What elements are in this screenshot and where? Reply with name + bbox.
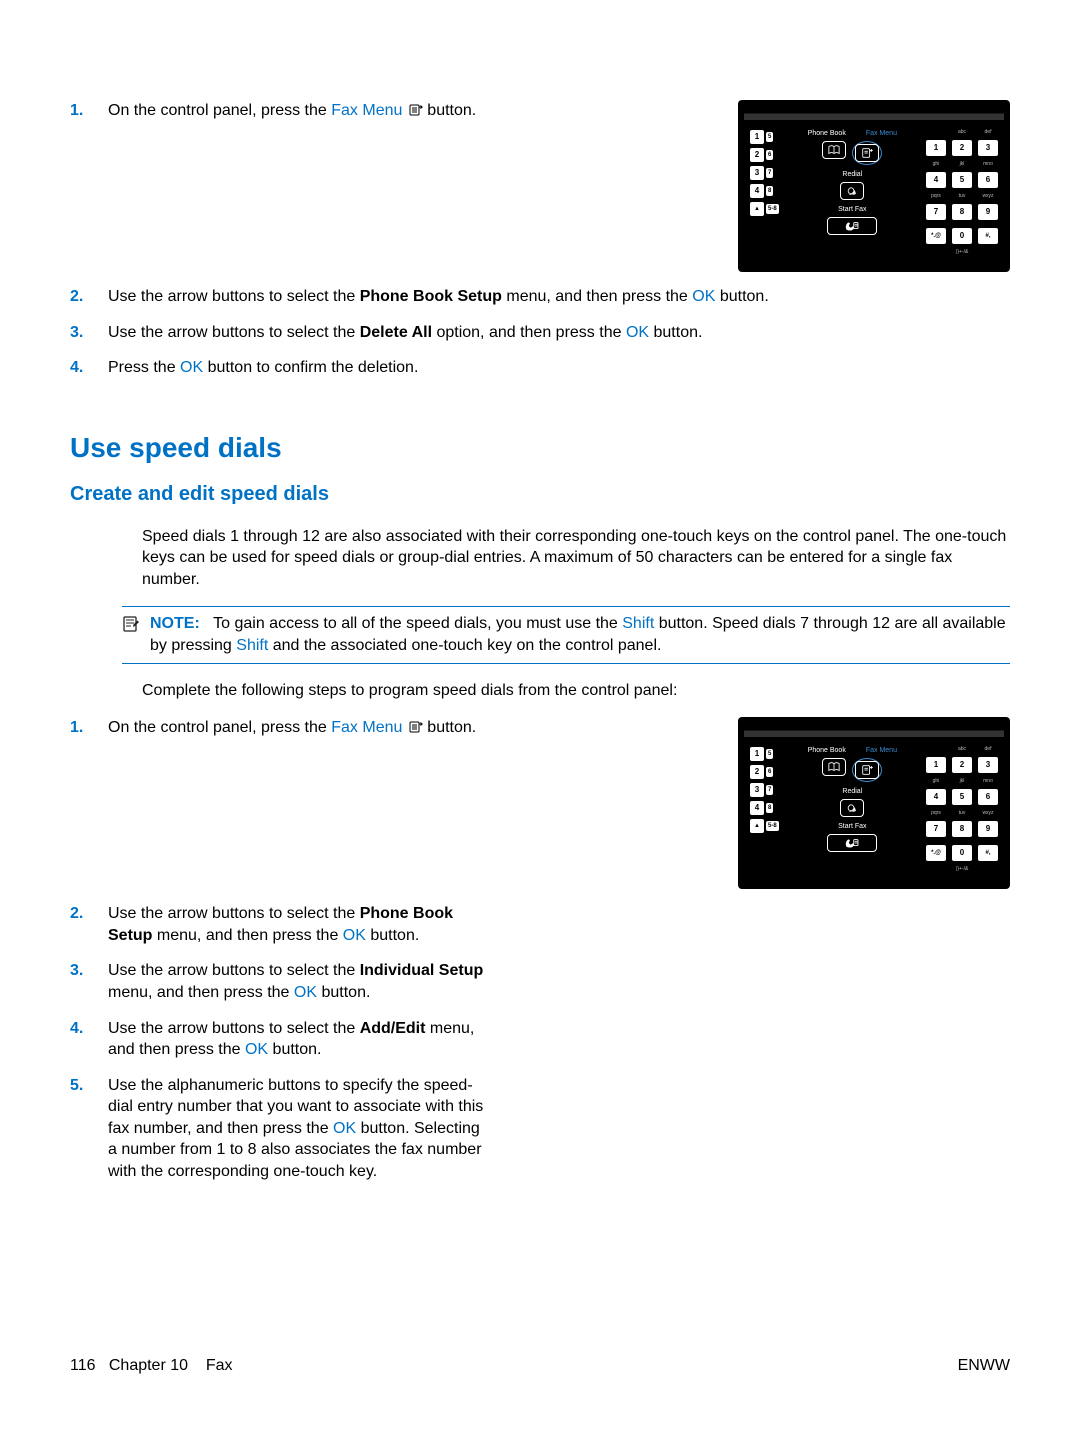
redial-icon bbox=[840, 182, 864, 200]
intro-paragraph: Speed dials 1 through 12 are also associ… bbox=[142, 526, 1010, 591]
subsection-heading: Create and edit speed dials bbox=[70, 481, 1010, 508]
step-number: 3. bbox=[70, 322, 108, 344]
step-number: 3. bbox=[70, 960, 108, 982]
symbols-label: ()+-/& bbox=[926, 250, 998, 256]
footer-right: ENWW bbox=[958, 1355, 1010, 1377]
step-number: 5. bbox=[70, 1075, 108, 1097]
chapter-title: Fax bbox=[206, 1357, 233, 1374]
step-number: 1. bbox=[70, 717, 108, 739]
page-footer: 116 Chapter 10 Fax ENWW bbox=[70, 1355, 1010, 1377]
step-text: Press the OK button to confirm the delet… bbox=[108, 357, 1010, 379]
step-number: 4. bbox=[70, 1018, 108, 1040]
fax-menu-link: Fax Menu bbox=[331, 102, 402, 119]
chapter-label: Chapter 10 bbox=[109, 1357, 188, 1374]
control-panel-figure: 15 26 37 48 5-8 Phone Book Fax Menu bbox=[738, 717, 1010, 889]
note-block: NOTE: To gain access to all of the speed… bbox=[122, 606, 1010, 663]
start-fax-label: Start Fax bbox=[785, 206, 920, 213]
step-text: Use the arrow buttons to select the Indi… bbox=[108, 960, 488, 1003]
step-block-1: 1. On the control panel, press the Fax M… bbox=[70, 100, 1010, 272]
step-text: Use the arrow buttons to select the Add/… bbox=[108, 1018, 488, 1061]
step-block-2: 1. On the control panel, press the Fax M… bbox=[70, 717, 1010, 889]
speed-dial-4: 48 bbox=[750, 184, 779, 198]
ok-link: OK bbox=[180, 359, 203, 376]
step-text: Use the alphanumeric buttons to specify … bbox=[108, 1075, 488, 1183]
ok-link: OK bbox=[333, 1120, 356, 1137]
step-number: 4. bbox=[70, 357, 108, 379]
phone-book-icon bbox=[822, 141, 846, 159]
step-text: On the control panel, press the Fax Menu… bbox=[108, 717, 708, 739]
shift-button: 5-8 bbox=[750, 202, 779, 216]
ok-link: OK bbox=[626, 324, 649, 341]
note-icon bbox=[122, 615, 140, 633]
fax-menu-label: Fax Menu bbox=[866, 130, 897, 137]
ok-link: OK bbox=[343, 927, 366, 944]
intro2-paragraph: Complete the following steps to program … bbox=[142, 680, 1010, 702]
fax-menu-link: Fax Menu bbox=[331, 719, 402, 736]
step-number: 2. bbox=[70, 286, 108, 308]
shift-link: Shift bbox=[622, 615, 654, 632]
shift-link: Shift bbox=[236, 637, 268, 654]
step-number: 2. bbox=[70, 903, 108, 925]
speed-dial-1: 15 bbox=[750, 130, 779, 144]
menu-icon bbox=[409, 718, 423, 730]
fax-menu-highlight-icon bbox=[852, 141, 882, 165]
ok-link: OK bbox=[245, 1041, 268, 1058]
redial-label: Redial bbox=[785, 171, 920, 178]
speed-dial-column: 15 26 37 48 5-8 bbox=[750, 130, 779, 256]
speed-dial-3: 37 bbox=[750, 166, 779, 180]
step-text: On the control panel, press the Fax Menu… bbox=[108, 100, 708, 122]
phone-book-label: Phone Book bbox=[808, 130, 846, 137]
start-fax-icon bbox=[827, 217, 877, 235]
ok-link: OK bbox=[692, 288, 715, 305]
ok-link: OK bbox=[294, 984, 317, 1001]
step-text: Use the arrow buttons to select the Phon… bbox=[108, 286, 1010, 308]
control-panel-figure: 15 26 37 48 5-8 Phone Book Fax Menu bbox=[738, 100, 1010, 272]
center-column: Phone Book Fax Menu Redial Start Fax bbox=[785, 130, 920, 256]
step-number: 1. bbox=[70, 100, 108, 122]
section-heading: Use speed dials bbox=[70, 429, 1010, 467]
menu-icon bbox=[409, 101, 423, 113]
step-text: Use the arrow buttons to select the Dele… bbox=[108, 322, 1010, 344]
keypad: abcdef 123 ghijklmno 456 pqrstuvwxyz bbox=[926, 130, 998, 256]
document-page: 1. On the control panel, press the Fax M… bbox=[0, 0, 1080, 1437]
page-number: 116 bbox=[70, 1357, 96, 1374]
step-text: Use the arrow buttons to select the Phon… bbox=[108, 903, 488, 946]
note-label: NOTE: bbox=[150, 615, 200, 632]
speed-dial-2: 26 bbox=[750, 148, 779, 162]
